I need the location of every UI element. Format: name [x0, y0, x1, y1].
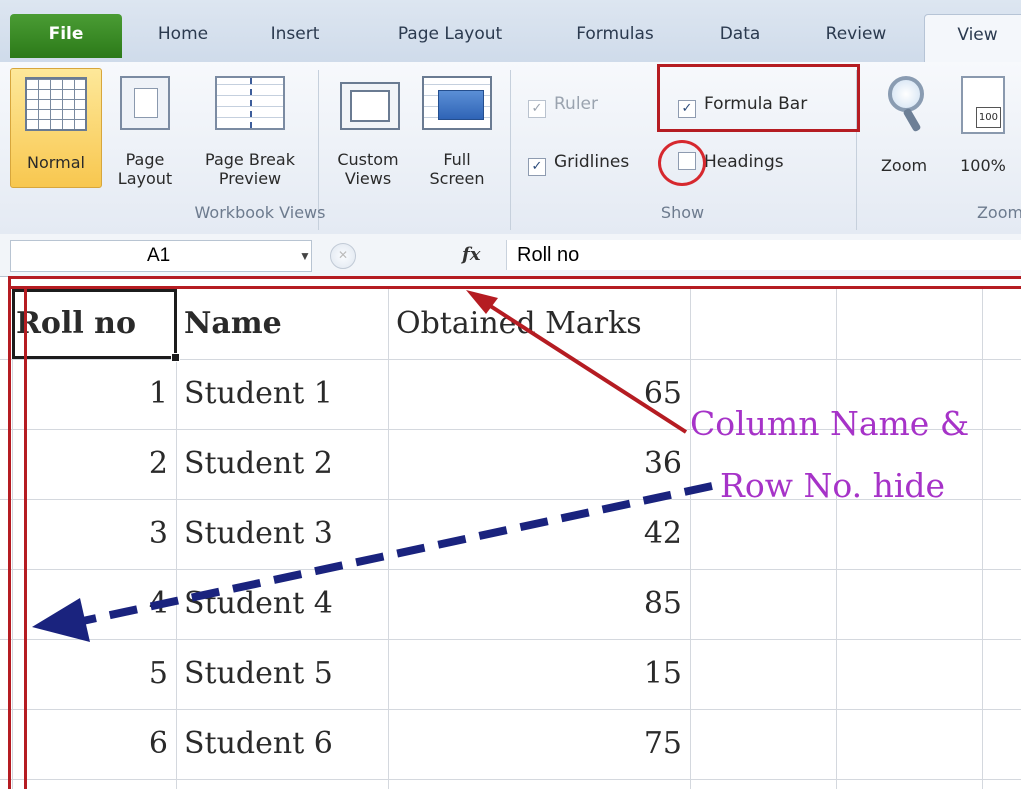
- annotation-line-2: Row No. hide: [720, 466, 946, 505]
- blue-dashed-arrow-line: [77, 482, 713, 626]
- red-arrow-line: [476, 296, 688, 434]
- red-arrow-head: [466, 290, 498, 314]
- annotation-arrows: [32, 290, 713, 642]
- excel-window: File Home Insert Page Layout Formulas Da…: [0, 0, 1021, 789]
- annotation-line-1: Column Name &: [690, 404, 970, 443]
- blue-arrow-head: [32, 598, 90, 642]
